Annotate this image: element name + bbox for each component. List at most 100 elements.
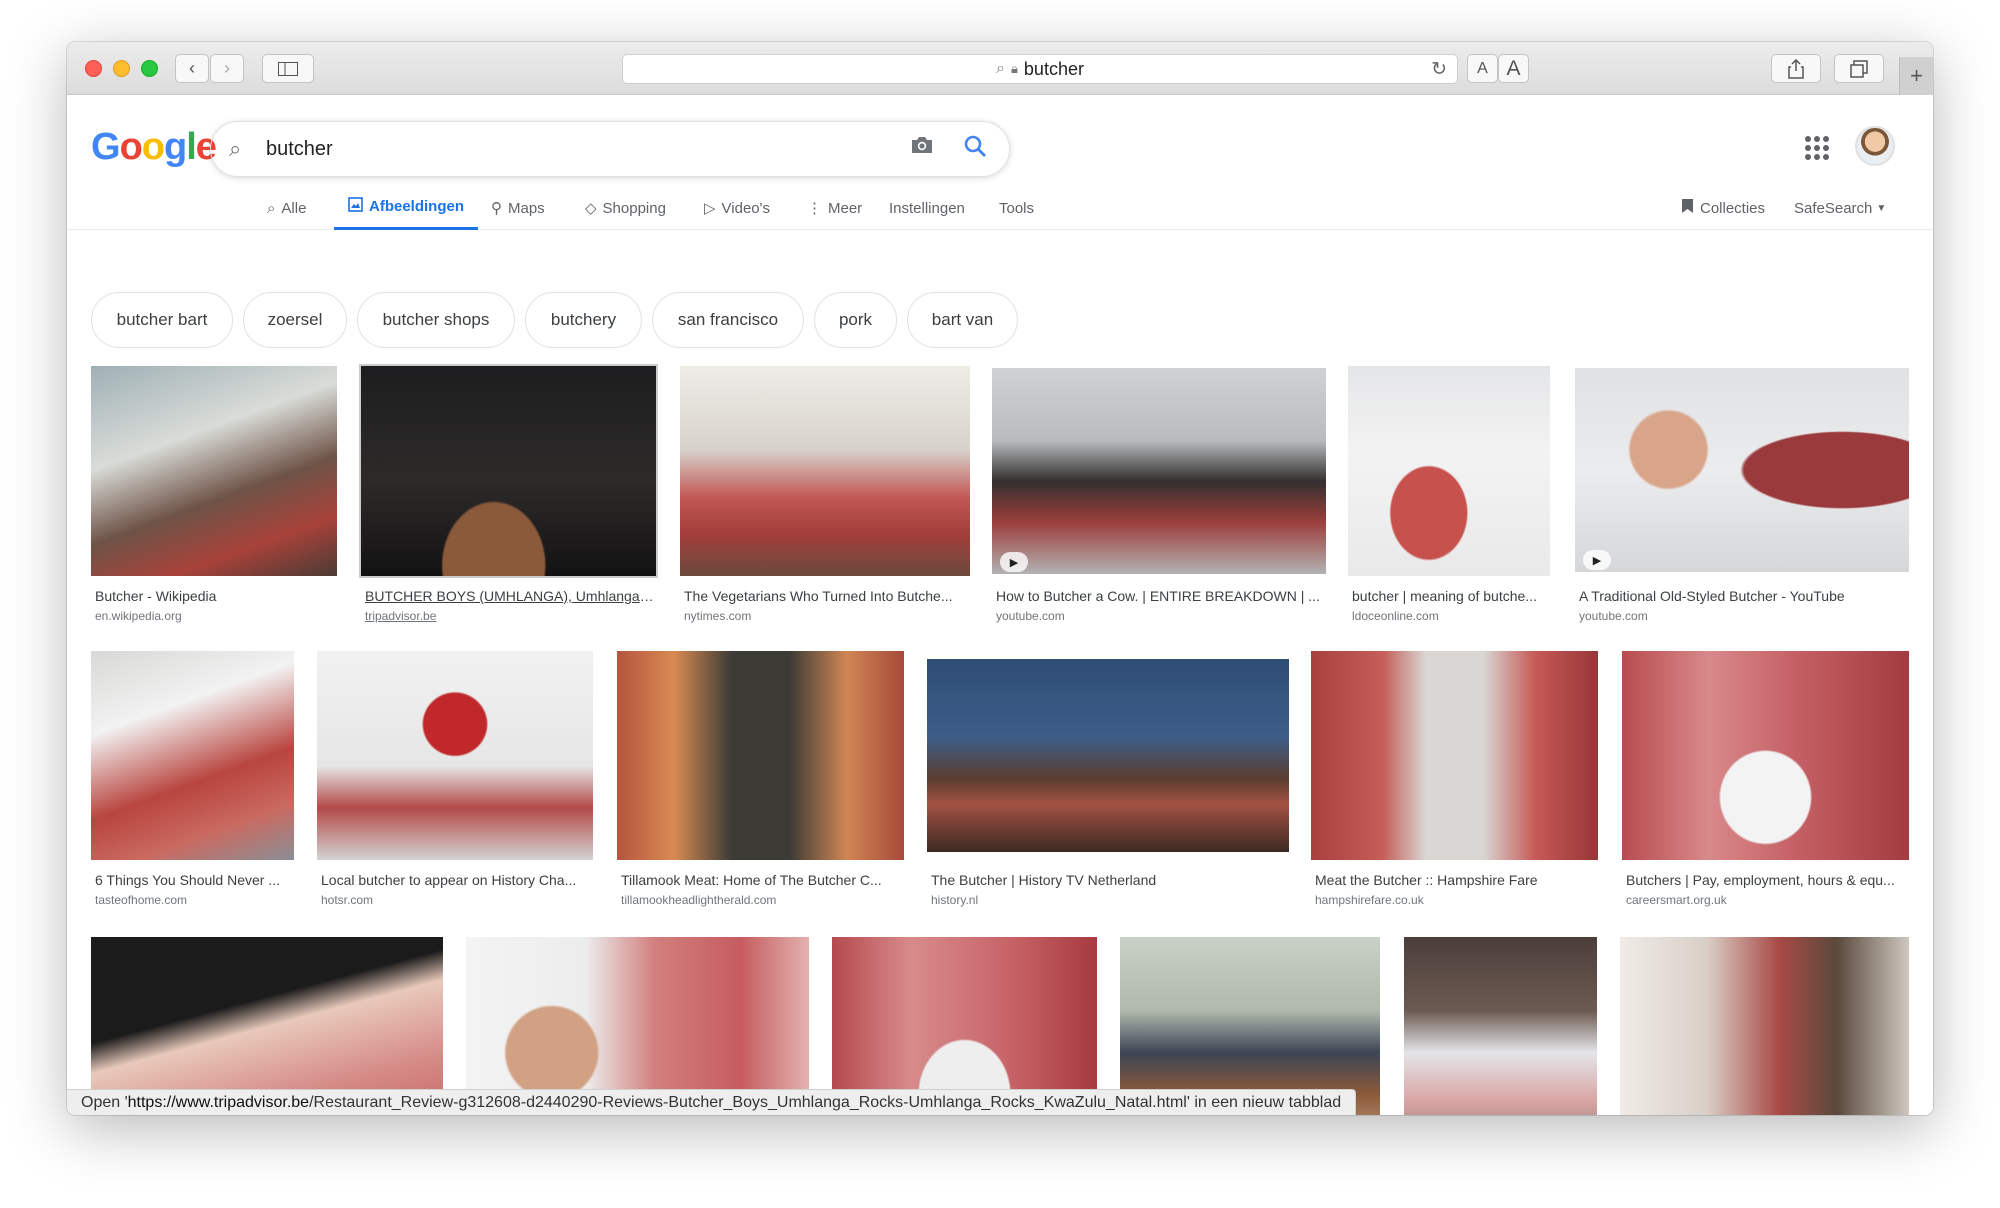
tabs-overview-button[interactable] [1834, 54, 1884, 83]
result-thumbnail[interactable] [1311, 651, 1598, 860]
search-submit-icon[interactable] [963, 134, 987, 165]
result-source[interactable]: tripadvisor.be [365, 609, 436, 623]
link-status-bar: Open ' https://www.tripadvisor.be/Restaur… [67, 1089, 1357, 1115]
tab-settings-label: Instellingen [889, 199, 965, 217]
google-logo[interactable]: Google [91, 126, 217, 169]
result-title[interactable]: Local butcher to appear on History Cha..… [321, 872, 591, 888]
result-source[interactable]: history.nl [931, 893, 978, 907]
result-thumbnail[interactable] [927, 659, 1289, 852]
address-text: butcher [1023, 58, 1084, 79]
result-source[interactable]: hotsr.com [321, 893, 373, 907]
logo-letter: G [91, 126, 121, 168]
tab-tools[interactable]: Tools [999, 186, 1034, 230]
result-thumbnail[interactable] [91, 366, 337, 576]
result-source[interactable]: youtube.com [1579, 609, 1648, 623]
chip[interactable]: butcher shops [357, 292, 515, 348]
tabs-icon [1850, 59, 1868, 78]
back-button[interactable]: ‹ [175, 54, 209, 83]
chip[interactable]: butchery [525, 292, 642, 348]
chip[interactable]: zoersel [243, 292, 347, 348]
search-icon: ⌕ [229, 136, 242, 161]
result-title[interactable]: A Traditional Old-Styled Butcher - YouTu… [1579, 588, 1907, 604]
chip[interactable]: pork [814, 292, 897, 348]
address-bar[interactable]: ⌕ 🔒︎ butcher ↻ [622, 54, 1458, 84]
result-source[interactable]: nytimes.com [684, 609, 751, 623]
result-source[interactable]: en.wikipedia.org [95, 609, 182, 623]
camera-icon[interactable] [910, 135, 934, 161]
logo-letter: o [141, 126, 165, 168]
tab-maps[interactable]: ⚲ Maps [491, 186, 545, 230]
result-thumbnail[interactable] [317, 651, 593, 860]
search-tabs: ⌕ Alle Afbeeldingen ⚲ Maps ◇ Shopping ▷ Vide… [67, 186, 1933, 230]
result-source[interactable]: tillamookheadlightherald.com [621, 893, 776, 907]
tab-shopping[interactable]: ◇ Shopping [585, 186, 666, 230]
forward-button[interactable]: › [210, 54, 244, 83]
result-thumbnail[interactable] [361, 366, 656, 576]
search-box[interactable]: ⌕ butcher [210, 121, 1010, 177]
result-title[interactable]: Butchers | Pay, employment, hours & equ.… [1626, 872, 1907, 888]
video-icon: ▷ [704, 200, 716, 217]
tab-images[interactable]: Afbeeldingen [334, 186, 479, 230]
chip[interactable]: san francisco [652, 292, 804, 348]
search-input[interactable]: butcher [266, 138, 333, 161]
avatar[interactable] [1855, 126, 1895, 166]
result-title[interactable]: The Vegetarians Who Turned Into Butche..… [684, 588, 968, 604]
caret-down-icon: ▼ [1876, 202, 1887, 214]
title-bar: ‹ › ⌕ 🔒︎ butcher ↻ A A + [67, 42, 1933, 95]
status-suffix: ' in een nieuw tabblad [1186, 1093, 1342, 1111]
chip[interactable]: butcher bart [91, 292, 233, 348]
chip[interactable]: bart van [907, 292, 1018, 348]
fullscreen-window-button[interactable] [141, 60, 158, 77]
sidebar-icon [278, 61, 298, 76]
result-title[interactable]: Butcher - Wikipedia [95, 588, 335, 604]
result-title[interactable]: Meat the Butcher :: Hampshire Fare [1315, 872, 1596, 888]
tab-more[interactable]: ⋮ Meer [807, 186, 862, 230]
safesearch-dropdown[interactable]: SafeSearch ▼ [1794, 186, 1886, 230]
tab-all[interactable]: ⌕ Alle [267, 186, 306, 230]
result-title[interactable]: 6 Things You Should Never ... [95, 872, 292, 888]
text-larger-button[interactable]: A [1498, 54, 1529, 83]
result-thumbnail[interactable] [617, 651, 904, 860]
result-source[interactable]: ldoceonline.com [1352, 609, 1439, 623]
result-title[interactable]: The Butcher | History TV Netherland [931, 872, 1287, 888]
page-content: Google ⌕ butcher ⌕ Alle Afbeeldingen ⚲ Map… [67, 96, 1933, 1115]
result-thumbnail[interactable] [1348, 366, 1550, 576]
tab-videos-label: Video's [721, 199, 771, 217]
search-icon: ⌕ [267, 199, 276, 217]
new-tab-button[interactable]: + [1899, 57, 1933, 95]
result-thumbnail[interactable] [1575, 368, 1909, 572]
result-title[interactable]: How to Butcher a Cow. | ENTIRE BREAKDOWN… [996, 588, 1324, 604]
close-window-button[interactable] [85, 60, 102, 77]
status-path: /Restaurant_Review-g312608-d2440290-Revi… [309, 1093, 1187, 1111]
status-prefix: Open ' [81, 1093, 128, 1111]
tab-videos[interactable]: ▷ Video's [704, 186, 770, 230]
sidebar-button[interactable] [262, 54, 314, 83]
share-button[interactable] [1771, 54, 1821, 83]
tab-images-label: Afbeeldingen [369, 198, 465, 215]
result-source[interactable]: youtube.com [996, 609, 1065, 623]
result-source[interactable]: careersmart.org.uk [1626, 893, 1727, 907]
result-source[interactable]: tasteofhome.com [95, 893, 187, 907]
result-title[interactable]: BUTCHER BOYS (UMHLANGA), Umhlanga ... [365, 588, 655, 604]
minimize-window-button[interactable] [113, 60, 130, 77]
logo-letter: l [186, 126, 197, 168]
tab-settings[interactable]: Instellingen [889, 186, 965, 230]
reload-icon[interactable]: ↻ [1431, 58, 1447, 81]
safesearch-label: SafeSearch [1794, 199, 1873, 217]
magnifier-icon: ⌕ [996, 60, 1005, 77]
tag-icon: ◇ [585, 200, 597, 217]
result-source[interactable]: hampshirefare.co.uk [1315, 893, 1424, 907]
text-smaller-button[interactable]: A [1467, 54, 1498, 83]
apps-grid-icon[interactable] [1805, 136, 1829, 160]
result-thumbnail[interactable] [91, 651, 294, 860]
play-icon: ▶ [1000, 552, 1028, 572]
result-title[interactable]: Tillamook Meat: Home of The Butcher C... [621, 872, 902, 888]
image-icon [348, 197, 363, 216]
result-title[interactable]: butcher | meaning of butche... [1352, 588, 1548, 604]
result-thumbnail[interactable] [1620, 937, 1909, 1115]
result-thumbnail[interactable] [1404, 937, 1597, 1115]
collections-link[interactable]: Collecties [1681, 186, 1765, 230]
result-thumbnail[interactable] [680, 366, 970, 576]
result-thumbnail[interactable] [992, 368, 1326, 574]
result-thumbnail[interactable] [1622, 651, 1909, 860]
